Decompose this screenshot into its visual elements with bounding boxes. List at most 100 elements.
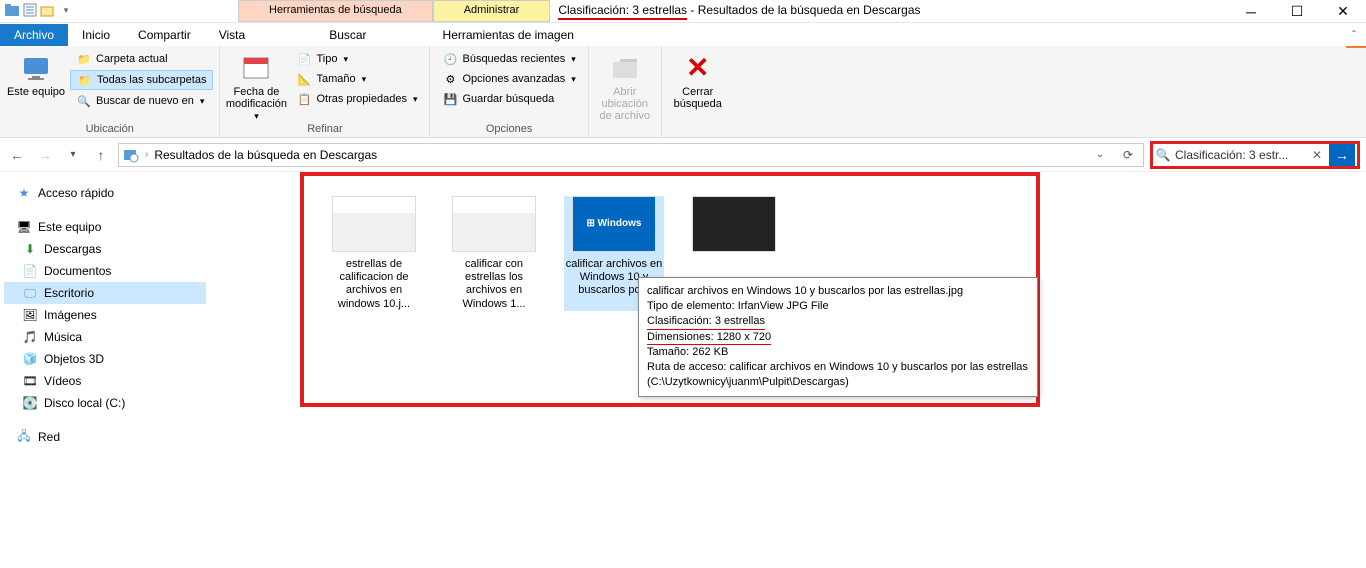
refresh-icon[interactable]: ⟳ bbox=[1117, 148, 1139, 162]
tooltip-type: Tipo de elemento: IrfanView JPG File bbox=[647, 299, 1029, 314]
file-name: calificar con estrellas los archivos en … bbox=[444, 258, 544, 311]
up-button[interactable]: ↑ bbox=[90, 144, 112, 166]
document-icon: 📄 bbox=[22, 263, 38, 279]
cube-icon: 🧊 bbox=[22, 351, 38, 367]
recent-icon: 🕘 bbox=[442, 51, 458, 67]
view-tab[interactable]: Vista bbox=[205, 24, 259, 46]
group-refine-label: Refinar bbox=[226, 123, 423, 137]
desktop-icon: 🖵 bbox=[22, 285, 38, 301]
back-button[interactable]: ← bbox=[6, 144, 28, 166]
nav-desktop[interactable]: 🖵Escritorio bbox=[4, 282, 206, 304]
window-title: Clasificación: 3 estrellas - Resultados … bbox=[558, 0, 920, 17]
tooltip-dimensions: Dimensiones: 1280 x 720 bbox=[647, 330, 771, 346]
tooltip-rating: Clasificación: 3 estrellas bbox=[647, 314, 765, 330]
thumbnail bbox=[452, 196, 536, 252]
group-location: Este equipo 📁Carpeta actual 📁Todas las s… bbox=[0, 46, 220, 137]
close-x-icon: ✕ bbox=[682, 52, 714, 84]
pc-icon: 🖥 bbox=[16, 219, 32, 235]
search-icon: 🔍 bbox=[1155, 147, 1171, 163]
clear-search-icon[interactable]: ✕ bbox=[1309, 148, 1325, 162]
folder-tree-icon: 📁 bbox=[77, 72, 93, 88]
group-options: 🕘Búsquedas recientes▾ ⚙Opciones avanzada… bbox=[430, 46, 588, 137]
file-item[interactable]: estrellas de calificacion de archivos en… bbox=[324, 196, 424, 311]
file-pane[interactable]: estrellas de calificacion de archivos en… bbox=[210, 172, 1366, 568]
address-dropdown-icon[interactable]: ⌄ bbox=[1089, 149, 1111, 160]
nav-3d-objects[interactable]: 🧊Objetos 3D bbox=[4, 348, 206, 370]
chevron-right-icon: › bbox=[145, 149, 148, 160]
recent-searches-button[interactable]: 🕘Búsquedas recientes▾ bbox=[436, 50, 581, 68]
nav-downloads[interactable]: ⬇Descargas bbox=[4, 238, 206, 260]
file-tab[interactable]: Archivo bbox=[0, 24, 68, 46]
nav-videos[interactable]: 🎞Vídeos bbox=[4, 370, 206, 392]
history-dropdown[interactable]: ▾ bbox=[62, 144, 84, 166]
save-search-button[interactable]: 💾Guardar búsqueda bbox=[436, 90, 581, 108]
calendar-icon bbox=[240, 52, 272, 84]
group-location-label: Ubicación bbox=[6, 123, 213, 137]
advanced-options-button[interactable]: ⚙Opciones avanzadas▾ bbox=[436, 70, 581, 88]
close-search-button[interactable]: ✕ Cerrar búsqueda bbox=[668, 48, 728, 110]
tooltip-filename: calificar archivos en Windows 10 y busca… bbox=[647, 284, 1029, 299]
quick-access-toolbar: ▾ bbox=[0, 0, 78, 20]
monitor-icon bbox=[20, 52, 52, 84]
nav-quick-access[interactable]: ★Acceso rápido bbox=[4, 182, 206, 204]
forward-button: → bbox=[34, 144, 56, 166]
this-pc-button[interactable]: Este equipo bbox=[6, 48, 66, 98]
properties-icon[interactable] bbox=[22, 2, 38, 18]
home-tab[interactable]: Inicio bbox=[68, 24, 124, 46]
title-suffix: - Resultados de la búsqueda en Descargas bbox=[687, 3, 920, 17]
titlebar: ▾ Herramientas de búsqueda Administrar C… bbox=[0, 0, 1366, 23]
current-folder-button[interactable]: 📁Carpeta actual bbox=[70, 50, 213, 68]
qat-dropdown-icon[interactable]: ▾ bbox=[58, 2, 74, 18]
folder-open-icon bbox=[609, 52, 641, 84]
contextual-tabs: Herramientas de búsqueda Administrar bbox=[238, 0, 550, 22]
all-subfolders-button[interactable]: 📁Todas las subcarpetas bbox=[70, 70, 213, 90]
title-query: Clasificación: 3 estrellas bbox=[558, 3, 687, 20]
new-folder-icon[interactable] bbox=[40, 2, 56, 18]
image-tools-tab[interactable]: Herramientas de imagen bbox=[429, 24, 588, 46]
video-icon: 🎞 bbox=[22, 373, 38, 389]
open-location-label: Abrir ubicación de archivo bbox=[595, 86, 655, 122]
thumbnail bbox=[692, 196, 776, 252]
date-modified-button[interactable]: Fecha de modificación▾ bbox=[226, 48, 286, 122]
nav-this-pc[interactable]: 🖥Este equipo bbox=[4, 216, 206, 238]
address-text: Resultados de la búsqueda en Descargas bbox=[154, 148, 1083, 162]
navigation-pane: ★Acceso rápido 🖥Este equipo ⬇Descargas 📄… bbox=[0, 172, 210, 568]
star-icon: ★ bbox=[16, 185, 32, 201]
size-icon: 📐 bbox=[296, 71, 312, 87]
group-options-label: Opciones bbox=[436, 123, 581, 137]
ribbon-accent-line bbox=[1346, 46, 1366, 48]
nav-documents[interactable]: 📄Documentos bbox=[4, 260, 206, 282]
nav-images[interactable]: 🖼Imágenes bbox=[4, 304, 206, 326]
nav-network[interactable]: 🖧Red bbox=[4, 426, 206, 448]
disk-icon: 💽 bbox=[22, 395, 38, 411]
image-icon: 🖼 bbox=[22, 307, 38, 323]
address-bar: ← → ▾ ↑ › Resultados de la búsqueda en D… bbox=[0, 138, 1366, 172]
type-button[interactable]: 📄Tipo▾ bbox=[290, 50, 423, 68]
open-file-location-button: Abrir ubicación de archivo bbox=[595, 48, 655, 122]
nav-local-disk[interactable]: 💽Disco local (C:) bbox=[4, 392, 206, 414]
share-tab[interactable]: Compartir bbox=[124, 24, 205, 46]
search-box[interactable]: 🔍 Clasificación: 3 estr... ✕ → bbox=[1150, 141, 1360, 169]
save-icon: 💾 bbox=[442, 91, 458, 107]
file-tooltip: calificar archivos en Windows 10 y busca… bbox=[638, 277, 1038, 397]
maximize-button[interactable]: ☐ bbox=[1274, 0, 1320, 23]
search-again-in-button[interactable]: 🔍Buscar de nuevo en▾ bbox=[70, 92, 213, 110]
collapse-ribbon-icon[interactable]: ˆ bbox=[1342, 28, 1366, 42]
nav-music[interactable]: 🎵Música bbox=[4, 326, 206, 348]
size-button[interactable]: 📐Tamaño▾ bbox=[290, 70, 423, 88]
file-item[interactable]: calificar con estrellas los archivos en … bbox=[444, 196, 544, 311]
search-tab[interactable]: Buscar bbox=[315, 24, 380, 46]
search-result-icon bbox=[123, 147, 139, 163]
network-icon: 🖧 bbox=[16, 429, 32, 445]
search-tools-tab-header: Herramientas de búsqueda bbox=[238, 0, 433, 22]
this-pc-label: Este equipo bbox=[7, 86, 65, 98]
close-search-label: Cerrar búsqueda bbox=[668, 86, 728, 110]
address-box[interactable]: › Resultados de la búsqueda en Descargas… bbox=[118, 143, 1144, 167]
minimize-button[interactable]: ─ bbox=[1228, 0, 1274, 23]
close-button[interactable]: ✕ bbox=[1320, 0, 1366, 23]
search-go-button[interactable]: → bbox=[1329, 144, 1355, 166]
manage-tab-header: Administrar bbox=[433, 0, 551, 22]
tooltip-size: Tamaño: 262 KB bbox=[647, 345, 1029, 360]
folder-icon: 📁 bbox=[76, 51, 92, 67]
other-properties-button[interactable]: 📋Otras propiedades▾ bbox=[290, 90, 423, 108]
